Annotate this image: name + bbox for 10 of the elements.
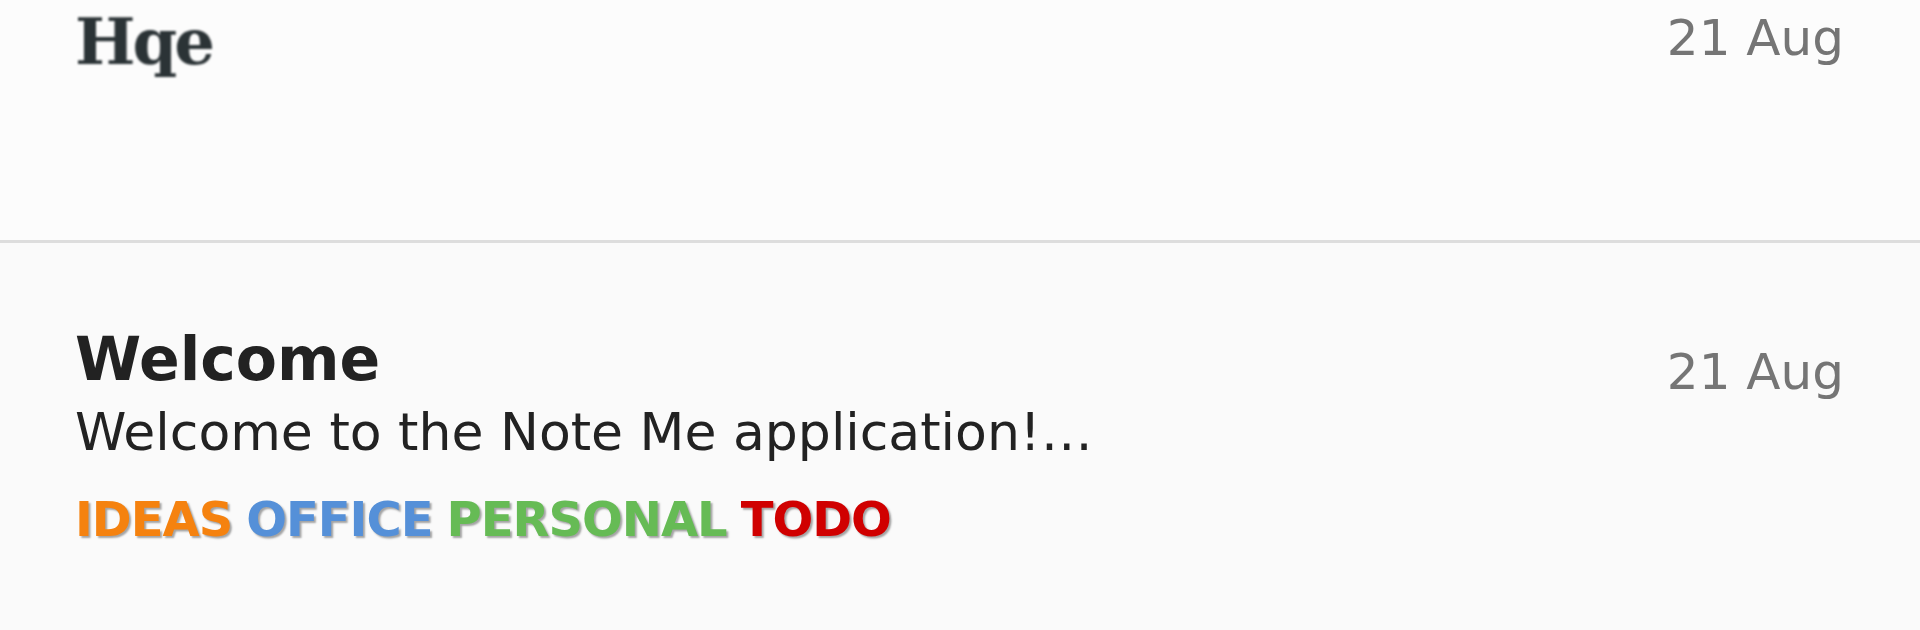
tag-label: IDEAS	[75, 493, 233, 547]
note-date: 21 Aug	[1666, 342, 1844, 402]
note-date: 21 Aug	[1666, 8, 1844, 68]
note-title: Welcome	[75, 323, 382, 395]
tag-label: PERSONAL	[446, 493, 727, 547]
handwriting-sketch: Hqe	[75, 4, 212, 81]
note-item[interactable]: Welcome Welcome to the Note Me application!… IDEAS OFFICE PERSONAL TODO 21 Aug	[0, 243, 1920, 547]
tag-label: OFFICE	[246, 493, 433, 547]
tag-label: TODO	[740, 493, 891, 547]
note-preview: Welcome to the Note Me application!…	[75, 401, 1093, 464]
